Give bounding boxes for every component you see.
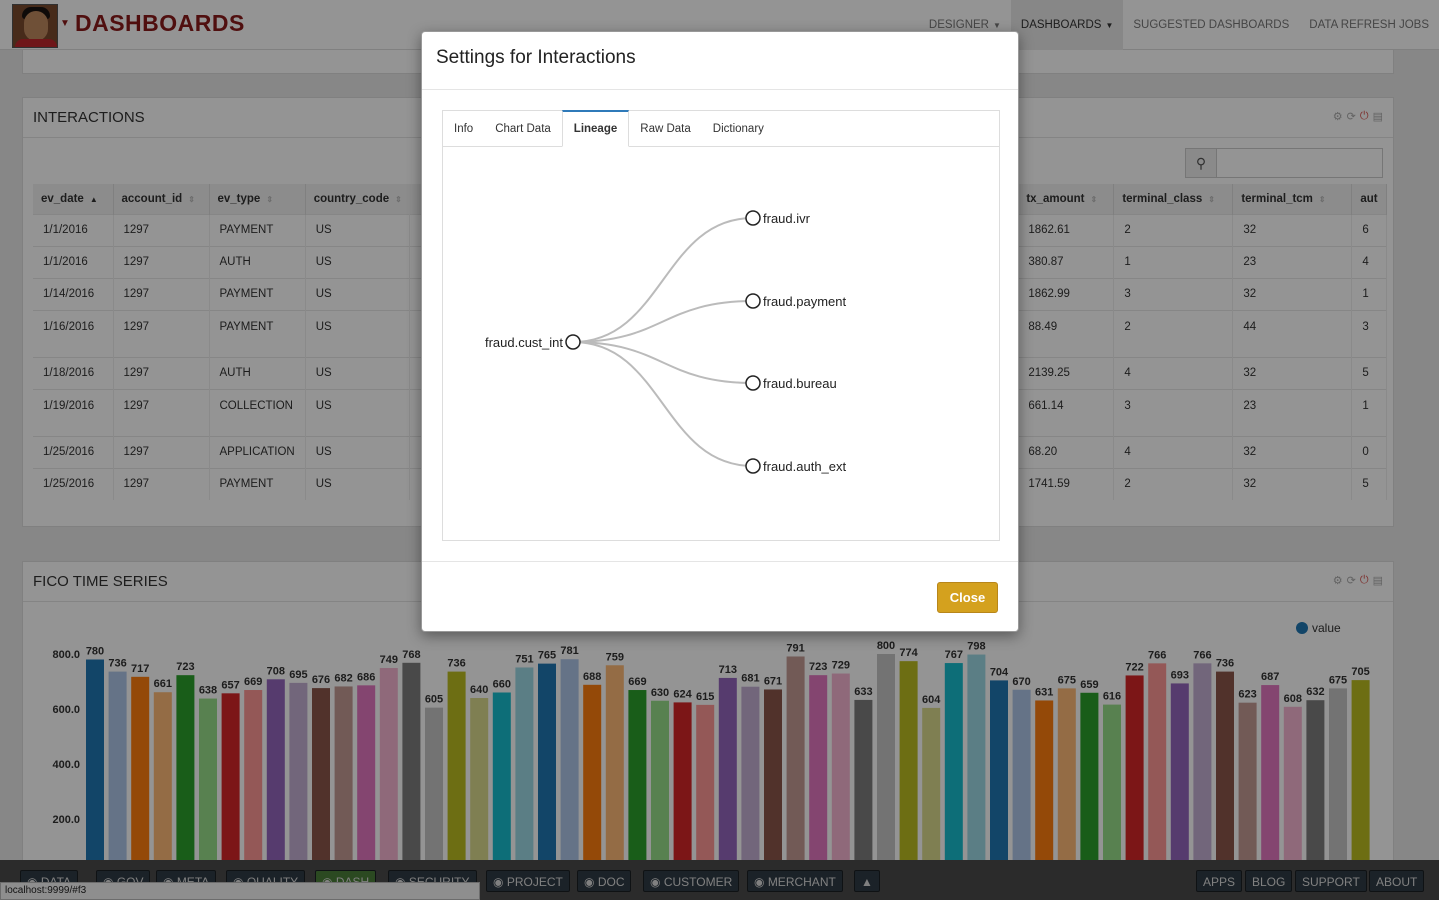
lineage-child-node[interactable] — [745, 375, 761, 391]
lineage-node-label: fraud.auth_ext — [763, 459, 847, 474]
modal-title: Settings for Interactions — [422, 32, 1018, 90]
lineage-child-node[interactable] — [745, 458, 761, 474]
modal-footer: Close — [422, 561, 1018, 631]
lineage-link — [572, 341, 754, 384]
lineage-node-label: fraud.payment — [763, 294, 846, 309]
lineage-node-label: fraud.cust_int — [485, 335, 563, 350]
lineage-tree: fraud.cust_int fraud.ivr fraud.payment frau… — [485, 210, 847, 474]
lineage-child-node[interactable] — [745, 210, 761, 226]
lineage-link — [572, 217, 754, 343]
modal-tabs: Info Chart Data Lineage Raw Data Diction… — [442, 110, 1000, 541]
tab-dictionary[interactable]: Dictionary — [702, 111, 775, 146]
lineage-link — [572, 300, 754, 343]
tab-info[interactable]: Info — [443, 111, 484, 146]
settings-modal: Settings for Interactions Info Chart Dat… — [421, 31, 1019, 632]
tab-raw-data[interactable]: Raw Data — [629, 111, 702, 146]
lineage-node-label: fraud.bureau — [763, 376, 837, 391]
lineage-child-node[interactable] — [745, 293, 761, 309]
tab-chart-data[interactable]: Chart Data — [484, 111, 562, 146]
lineage-root-node[interactable] — [565, 334, 581, 350]
lineage-link — [572, 341, 754, 467]
tab-bar: Info Chart Data Lineage Raw Data Diction… — [443, 110, 999, 147]
close-button[interactable]: Close — [937, 582, 998, 613]
tab-lineage[interactable]: Lineage — [561, 110, 630, 147]
lineage-node-label: fraud.ivr — [763, 211, 811, 226]
